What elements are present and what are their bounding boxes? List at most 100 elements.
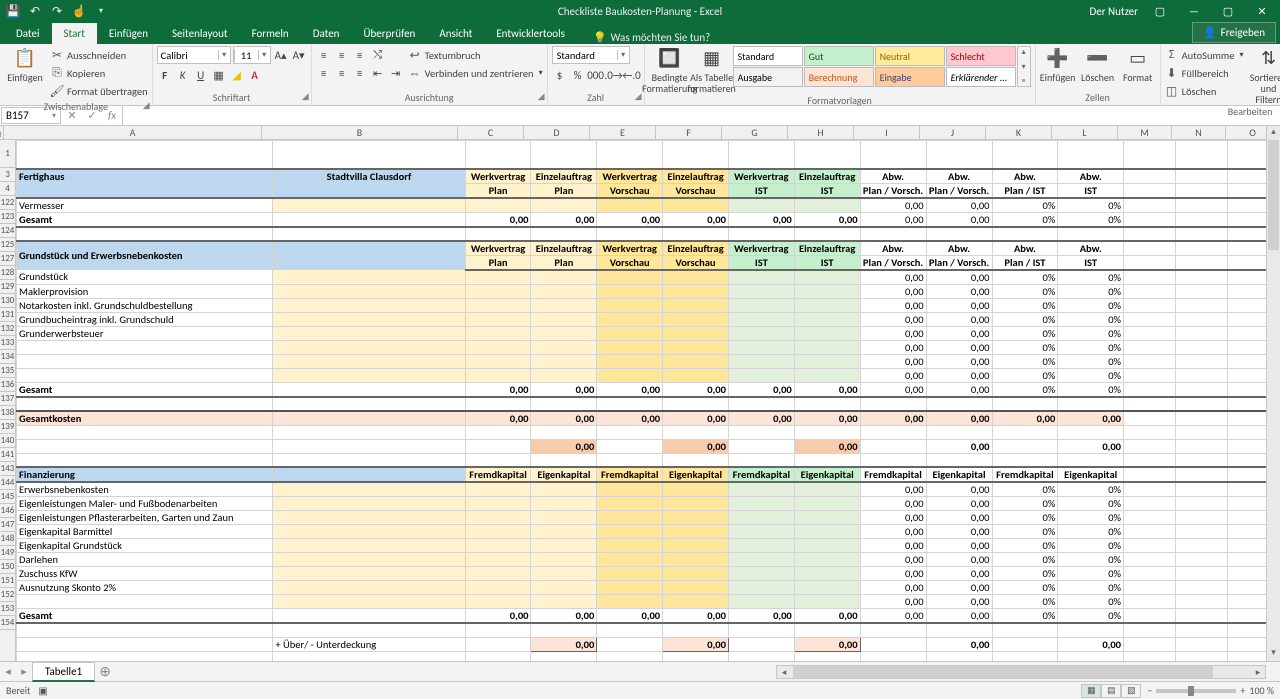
worksheet-grid[interactable]: A B C D E F G H I J K L M N O 1341221231… (0, 126, 1280, 661)
redo-icon[interactable]: ↷ (50, 4, 64, 18)
row-header[interactable]: 122 (0, 196, 15, 210)
undo-icon[interactable]: ↶ (28, 4, 42, 18)
copy-button[interactable]: ⎘Kopieren (50, 64, 148, 82)
tab-data[interactable]: Daten (301, 23, 352, 44)
styles-more-button[interactable]: ▴▾≡ (1017, 46, 1031, 87)
row-header[interactable]: 1 (0, 140, 15, 168)
row-header[interactable]: 152 (0, 588, 15, 602)
paste-button[interactable]: 📋 Einfügen (4, 46, 46, 83)
fill-color-button[interactable]: ◢ (229, 67, 245, 83)
col-header[interactable]: E (590, 126, 656, 139)
align-middle-icon[interactable]: ≡ (334, 47, 350, 63)
tab-home[interactable]: Start (52, 23, 97, 44)
row-header[interactable]: 143 (0, 462, 15, 476)
increase-font-icon[interactable]: A▴ (273, 47, 289, 63)
scroll-down-icon[interactable]: ▾ (1267, 647, 1280, 661)
italic-button[interactable]: K (175, 67, 191, 83)
scroll-up-icon[interactable]: ▴ (1267, 126, 1280, 140)
row-header[interactable]: 151 (0, 574, 15, 588)
inc-decimal-icon[interactable]: .0→ (606, 67, 622, 83)
decrease-font-icon[interactable]: A▾ (291, 47, 307, 63)
row-header[interactable]: 148 (0, 532, 15, 546)
row-header[interactable]: 141 (0, 448, 15, 462)
align-top-icon[interactable]: ≡ (316, 47, 332, 63)
indent-dec-icon[interactable]: ⇤ (370, 65, 386, 81)
table-format-button[interactable]: ▦Als Tabelle formatieren (691, 46, 733, 94)
sheet-nav-next-icon[interactable]: ▸ (16, 665, 32, 678)
tab-file[interactable]: Datei (4, 23, 52, 44)
row-header[interactable]: 154 (0, 616, 15, 630)
zoom-out-icon[interactable]: − (1147, 684, 1152, 697)
clear-button[interactable]: ◫Löschen (1165, 82, 1244, 100)
col-header[interactable]: M (1118, 126, 1172, 139)
cell-styles-gallery[interactable]: Standard Gut Neutral Schlecht Ausgabe Be… (733, 46, 1016, 87)
font-color-button[interactable]: A (247, 67, 263, 83)
wrap-text-button[interactable]: ↩Textumbruch (408, 46, 543, 64)
merge-center-button[interactable]: ⇔Verbinden und zentrieren▾ (408, 64, 543, 82)
col-header[interactable]: H (788, 126, 854, 139)
currency-icon[interactable]: $ (552, 67, 568, 83)
autosum-button[interactable]: ΣAutoSumme▾ (1165, 46, 1244, 64)
row-header[interactable]: 133 (0, 336, 15, 350)
row-header[interactable]: 130 (0, 294, 15, 308)
clipboard-launcher-icon[interactable]: ◢ (143, 100, 150, 111)
row-header[interactable]: 147 (0, 518, 15, 532)
row-header[interactable]: 136 (0, 378, 15, 392)
row-header[interactable]: 135 (0, 364, 15, 378)
view-layout-icon[interactable]: ▤ (1101, 684, 1121, 698)
font-name-select[interactable]: Calibri▾ (157, 46, 231, 64)
col-header[interactable]: I (854, 126, 920, 139)
percent-icon[interactable]: % (570, 67, 586, 83)
style-output[interactable]: Ausgabe (733, 67, 803, 87)
user-name[interactable]: Der Nutzer (1089, 5, 1138, 18)
hscroll-thumb[interactable] (793, 666, 1213, 678)
col-header[interactable]: D (524, 126, 590, 139)
style-explain[interactable]: Erklärender ... (946, 67, 1016, 87)
scroll-right-icon[interactable]: ▸ (1251, 667, 1265, 678)
row-header[interactable]: 129 (0, 280, 15, 294)
bold-button[interactable]: F (157, 67, 173, 83)
indent-inc-icon[interactable]: ⇥ (388, 65, 404, 81)
sheet-tab-active[interactable]: Tabelle1 (32, 662, 95, 682)
vertical-scrollbar[interactable]: ▴ ▾ (1266, 126, 1280, 661)
font-launcher-icon[interactable]: ◢ (302, 91, 309, 102)
zoom-level[interactable]: 100 % (1249, 684, 1274, 697)
cells-area[interactable]: FertighausStadtvilla ClausdorfWerkvertra… (16, 140, 1280, 661)
row-headers[interactable]: 1341221231241251271281291301311321331341… (0, 140, 16, 661)
style-neutral[interactable]: Neutral (875, 46, 945, 66)
delete-cells-button[interactable]: ➖Löschen (1080, 46, 1116, 83)
row-header[interactable]: 4 (0, 182, 15, 196)
font-size-select[interactable]: 11▾ (233, 46, 271, 64)
col-header[interactable]: F (656, 126, 722, 139)
row-header[interactable]: 125 (0, 238, 15, 252)
number-launcher-icon[interactable]: ◢ (635, 91, 642, 102)
style-calc[interactable]: Berechnung (804, 67, 874, 87)
tab-insert[interactable]: Einfügen (97, 23, 160, 44)
cut-button[interactable]: ✂Ausschneiden (50, 46, 148, 64)
dec-decimal-icon[interactable]: ←.0 (624, 67, 640, 83)
align-launcher-icon[interactable]: ◢ (538, 91, 545, 102)
touch-mode-icon[interactable]: ☝ (72, 4, 86, 18)
col-header[interactable]: L (1052, 126, 1118, 139)
align-bottom-icon[interactable]: ≡ (352, 47, 368, 63)
tell-me[interactable]: 💡 Was möchten Sie tun? (593, 31, 710, 44)
ribbon-options-icon[interactable]: ▢ (1148, 1, 1172, 21)
close-icon[interactable]: ✕ (1250, 1, 1274, 21)
row-header[interactable]: 153 (0, 602, 15, 616)
fill-button[interactable]: ⬇Füllbereich (1165, 64, 1244, 82)
row-header[interactable]: 145 (0, 490, 15, 504)
row-header[interactable]: 127 (0, 252, 15, 266)
select-all-button[interactable] (0, 126, 4, 139)
align-center-icon[interactable]: ≡ (334, 65, 350, 81)
column-headers[interactable]: A B C D E F G H I J K L M N O (0, 126, 1280, 140)
number-format-select[interactable]: Standard▾ (552, 46, 630, 64)
save-icon[interactable]: 💾 (6, 4, 20, 18)
horizontal-scrollbar[interactable]: ◂ ▸ (776, 665, 1266, 679)
zoom-slider[interactable] (1156, 689, 1236, 693)
zoom-in-icon[interactable]: + (1240, 684, 1245, 697)
align-left-icon[interactable]: ≡ (316, 65, 332, 81)
row-header[interactable]: 149 (0, 546, 15, 560)
col-header[interactable]: J (920, 126, 986, 139)
col-header[interactable]: C (458, 126, 524, 139)
row-header[interactable]: 124 (0, 224, 15, 238)
